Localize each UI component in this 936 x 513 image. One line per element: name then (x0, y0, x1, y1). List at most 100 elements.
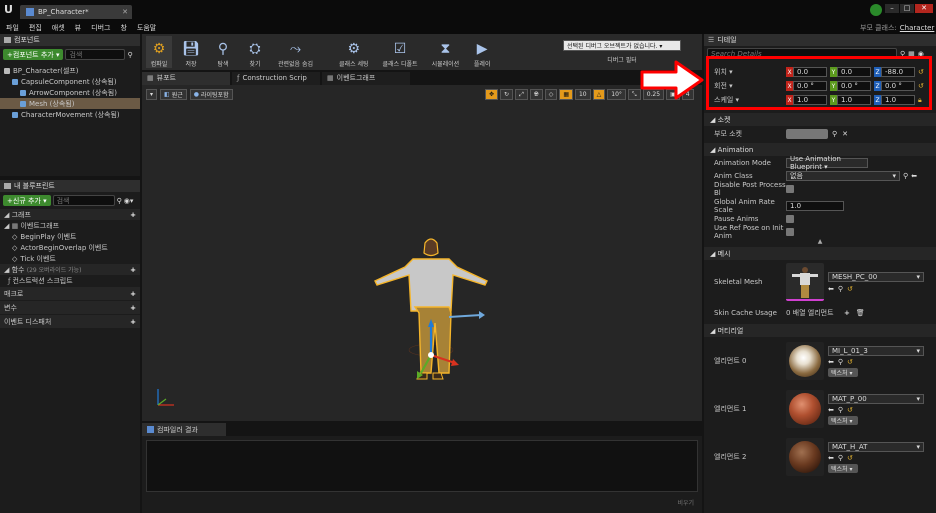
disable-post-process-checkbox[interactable] (786, 184, 794, 193)
construction-script-item[interactable]: ƒ 컨스트럭션 스크립트 (0, 275, 140, 286)
toolbar-button[interactable]: ⤳ 관련없음 숨김 (274, 36, 317, 68)
toolbar-button[interactable]: ⚲ 탐색 (210, 36, 236, 68)
toolbar-button[interactable]: 💾︎ 저장 (178, 36, 204, 68)
menu-item[interactable]: 편집 (29, 23, 42, 33)
perspective-button[interactable]: ◧ 원근 (160, 89, 187, 100)
texture-button[interactable]: 텍스처 ▾ (828, 463, 858, 473)
menu-item[interactable]: 창 (120, 23, 126, 33)
browse-icon[interactable]: ⚲ (838, 358, 843, 366)
menu-item[interactable]: 디버그 (91, 23, 110, 33)
texture-button[interactable]: 텍스처 ▾ (828, 415, 858, 425)
variables-section[interactable]: 변수 + (0, 301, 140, 314)
add-component-button[interactable]: +컴포넌트 추가 ▾ (3, 49, 64, 60)
materials-section[interactable]: ◢ 머티리얼 (704, 324, 936, 337)
dispatchers-section[interactable]: 이벤트 디스패처 + (0, 315, 140, 328)
material-thumbnail[interactable] (786, 342, 824, 380)
browse-icon[interactable]: ⚲ (838, 406, 843, 414)
toolbar-button[interactable]: ⚙ 컴파일 (146, 36, 172, 68)
material-dropdown[interactable]: MI_L_01_3 ▾ (828, 345, 924, 356)
event-item[interactable]: ◇ BeginPlay 이벤트 (0, 231, 140, 242)
add-macro-icon[interactable]: + (130, 290, 136, 298)
event-item[interactable]: ◇ ActorBeginOverlap 이벤트 (0, 242, 140, 253)
component-item[interactable]: BP_Character(셀프) (0, 65, 140, 76)
skeletal-mesh-thumbnail[interactable] (786, 263, 824, 301)
parent-socket-field[interactable] (786, 129, 828, 139)
surface-snap-icon[interactable]: ◇ (544, 89, 558, 100)
reset-icon[interactable]: ↺ (847, 406, 853, 414)
window-tab[interactable]: BP_Character* ✕ (20, 5, 132, 19)
world-local-icon[interactable]: 🌐︎ (529, 89, 543, 100)
texture-button[interactable]: 텍스처 ▾ (828, 367, 858, 377)
rotation-snap-icon[interactable]: △ (592, 89, 606, 100)
translate-tool-icon[interactable]: ✥ (485, 89, 499, 100)
toolbar-button[interactable]: ⧗ 시뮬레이션 (428, 36, 464, 68)
lighting-button[interactable]: ● 라이팅포함 (189, 89, 233, 100)
reset-icon[interactable]: ↺ (847, 358, 853, 366)
component-item[interactable]: CharacterMovement (상속됨) (0, 109, 140, 120)
scale-snap-icon[interactable]: ⤡ (627, 89, 641, 100)
graph-section[interactable]: ◢ 그래프 + (0, 209, 140, 220)
use-selected-icon[interactable]: ⬅ (828, 406, 834, 414)
use-selected-icon[interactable]: ⬅ (911, 172, 917, 180)
component-item[interactable]: CapsuleComponent (상속됨) (0, 76, 140, 87)
menu-item[interactable]: 애셋 (52, 23, 65, 33)
use-selected-icon[interactable]: ⬅ (828, 454, 834, 462)
reset-icon[interactable]: ↺ (847, 285, 853, 293)
browse-icon[interactable]: ⚲ (903, 172, 908, 180)
menu-item[interactable]: 파일 (6, 23, 19, 33)
clear-icon[interactable]: ✕ (842, 130, 848, 138)
skeletal-mesh-dropdown[interactable]: MESH_PC_00 ▾ (828, 271, 924, 282)
viewport-options-button[interactable]: ▾ (146, 89, 158, 100)
debug-object-select[interactable]: 선택된 디버그 오브젝트가 없습니다. ▾ (563, 40, 681, 51)
material-thumbnail[interactable] (786, 390, 824, 428)
socket-section[interactable]: ◢ 소켓 (704, 113, 936, 126)
blueprint-search-input[interactable]: 검색 (52, 195, 115, 206)
material-thumbnail[interactable] (786, 438, 824, 476)
component-item[interactable]: Mesh (상속됨) (0, 98, 140, 109)
add-graph-icon[interactable]: + (130, 211, 136, 219)
view-options-icon[interactable]: ◉▾ (124, 197, 134, 205)
add-new-button[interactable]: +신규 추가 ▾ (3, 195, 51, 206)
anim-class-dropdown[interactable]: 없음 ▾ (786, 170, 900, 181)
macros-section[interactable]: 매크로 + (0, 287, 140, 300)
use-selected-icon[interactable]: ⬅ (828, 358, 834, 366)
material-dropdown[interactable]: MAT_H_AT ▾ (828, 441, 924, 452)
menu-item[interactable]: 도움말 (137, 23, 156, 33)
components-search-input[interactable]: 검색 (65, 49, 126, 60)
parent-class-link[interactable]: Character (900, 24, 935, 32)
viewport[interactable]: ▾ ◧ 원근 ● 라이팅포함 ✥ ↻ ⤢ 🌐︎ ◇ ▦ 10 △ 10° ⤡ 0.2… (142, 85, 702, 421)
grid-snap-value[interactable]: 10 (574, 89, 591, 100)
toolbar-button[interactable]: ▶ 플레이 (469, 36, 495, 68)
add-dispatcher-icon[interactable]: + (130, 318, 136, 326)
scale-tool-icon[interactable]: ⤢ (515, 89, 528, 100)
maximize-icon[interactable]: □ (900, 3, 914, 13)
compiler-results-tab[interactable]: 컴파일러 결과 (142, 423, 226, 436)
menu-item[interactable]: 뷰 (75, 23, 81, 33)
use-ref-pose-checkbox[interactable] (786, 227, 794, 236)
grid-snap-icon[interactable]: ▦ (559, 89, 573, 100)
event-item[interactable]: ◇ Tick 이벤트 (0, 253, 140, 264)
toolbar-button[interactable]: ☑ 클래스 디폴트 (379, 36, 422, 68)
minimize-icon[interactable]: – (885, 3, 899, 13)
add-element-icon[interactable]: + (844, 309, 850, 317)
animation-mode-dropdown[interactable]: Use Animation Blueprint ▾ (786, 155, 868, 171)
rotation-snap-value[interactable]: 10° (607, 89, 626, 100)
close-window-icon[interactable]: ✕ (915, 3, 933, 13)
browse-icon[interactable]: ⚲ (832, 130, 837, 138)
event-graph-item[interactable]: ◢ ▦ 이벤트그래프 (0, 220, 140, 231)
reset-icon[interactable]: ↺ (847, 454, 853, 462)
browse-icon[interactable]: ⚲ (838, 285, 843, 293)
character-mesh[interactable] (367, 225, 497, 421)
browse-icon[interactable]: ⚲ (838, 454, 843, 462)
add-variable-icon[interactable]: + (130, 304, 136, 312)
add-function-icon[interactable]: + (130, 266, 136, 274)
use-selected-icon[interactable]: ⬅ (828, 285, 834, 293)
toolbar-button[interactable]: ⛭ 찾기 (242, 36, 268, 68)
close-tab-icon[interactable]: ✕ (122, 8, 128, 16)
rotate-tool-icon[interactable]: ↻ (500, 89, 514, 100)
editor-tab[interactable]: ▦ 뷰포트 (142, 71, 230, 85)
editor-tab[interactable]: ▦ 이벤트그래프 (322, 71, 410, 85)
global-anim-rate-input[interactable]: 1.0 (786, 200, 844, 211)
clear-button[interactable]: 비우기 (677, 498, 694, 507)
component-item[interactable]: ArrowComponent (상속됨) (0, 87, 140, 98)
